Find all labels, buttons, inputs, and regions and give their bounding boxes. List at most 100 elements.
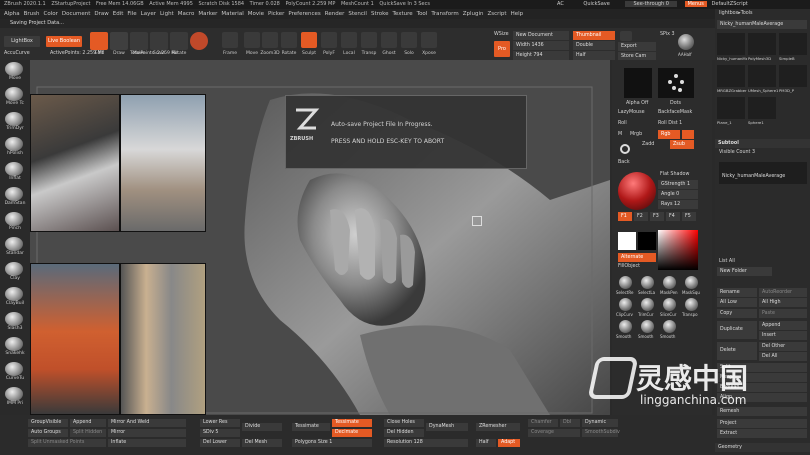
zremesher-button[interactable]: ZRemesher (476, 423, 520, 431)
view-solo-icon[interactable] (401, 32, 417, 48)
tool-thumb-5-icon[interactable] (779, 65, 807, 87)
half-button[interactable]: Half (573, 51, 615, 60)
del-lower-button[interactable]: Del Lower (200, 439, 240, 447)
width-slider[interactable]: Width 1436 (513, 41, 569, 50)
extract-button[interactable]: Extract (717, 429, 807, 438)
default-zscript[interactable]: DefaultZScript (712, 1, 748, 7)
brush-trimdyr-icon[interactable] (5, 112, 23, 126)
light-f4-button[interactable]: F4 (666, 212, 680, 221)
split-unmasked-button[interactable]: Split Unmasked Points (28, 439, 106, 447)
rays-slider[interactable]: Rays 12 (658, 200, 698, 209)
rename-button[interactable]: Rename (717, 288, 757, 297)
light-f5-button[interactable]: F5 (682, 212, 696, 221)
thumbnail-button[interactable]: Thumbnail (573, 31, 615, 40)
view-local-icon[interactable] (341, 32, 357, 48)
menus-button[interactable]: Menus (684, 1, 707, 7)
view-transp-icon[interactable] (361, 32, 377, 48)
menu-texture[interactable]: Texture (393, 9, 413, 19)
half-button-bottom[interactable]: Half (476, 439, 496, 447)
close-holes-button[interactable]: Close Holes (384, 419, 424, 427)
floor-icon[interactable] (620, 31, 632, 41)
new-folder-button[interactable]: New Folder (717, 267, 772, 276)
view-ghost-icon[interactable] (381, 32, 397, 48)
split-hidden-button[interactable]: Split Hidden (70, 429, 106, 437)
current-tool[interactable]: Nicky_humanMaleAverage (717, 20, 807, 29)
seethrough-slider[interactable]: See-through 0 (625, 1, 677, 7)
z-intensity-button[interactable] (682, 130, 694, 139)
brush-move-tc-icon[interactable] (5, 87, 23, 101)
menu-picker[interactable]: Picker (268, 9, 284, 19)
brush-hpolish-icon[interactable] (5, 137, 23, 151)
menu-zplugin[interactable]: Zplugin (463, 9, 484, 19)
lower-res-button[interactable]: Lower Res (200, 419, 240, 427)
lazymouse-button[interactable]: LazyMouse (618, 110, 645, 115)
flat-shadow-label[interactable]: Flat Shadow (660, 172, 689, 177)
tool-thumb-4-icon[interactable] (748, 65, 776, 87)
secondary-color-swatch[interactable] (638, 232, 656, 250)
menu-file[interactable]: File (127, 9, 136, 19)
copy-button[interactable]: Copy (717, 309, 757, 318)
alpha-thumbnail[interactable] (624, 68, 652, 98)
brush-snakehk-icon[interactable] (5, 337, 23, 351)
menu-brush[interactable]: Brush (24, 9, 40, 19)
visible-count[interactable]: Visible Count 3 (719, 150, 755, 155)
brush-thumb-10-icon[interactable] (663, 320, 676, 333)
view-move-icon[interactable] (244, 32, 260, 48)
list-all-button[interactable]: List All (719, 259, 735, 264)
menu-tool[interactable]: Tool (417, 9, 428, 19)
menu-alpha[interactable]: Alpha (4, 9, 20, 19)
brush-thumb-9-icon[interactable] (641, 320, 654, 333)
polygons-size-slider[interactable]: Polygons Size 1 (292, 439, 372, 447)
menu-draw[interactable]: Draw (94, 9, 108, 19)
menu-macro[interactable]: Macro (178, 9, 195, 19)
zsub-button[interactable]: Zsub (670, 140, 694, 149)
fillobject-button[interactable]: FillObject (618, 264, 640, 269)
dynamic-button[interactable]: Dynamic (582, 419, 618, 427)
brush-imm-pri-icon[interactable] (5, 387, 23, 401)
light-f3-button[interactable]: F3 (650, 212, 664, 221)
light-f2-button[interactable]: F2 (634, 212, 648, 221)
color-picker[interactable] (658, 230, 698, 270)
lightbox-button[interactable]: LightBox (4, 36, 40, 47)
brush-thumb-1-icon[interactable] (641, 276, 654, 289)
gstrength-slider[interactable]: GStrength 1 (658, 180, 698, 189)
brush-pinch-icon[interactable] (5, 212, 23, 226)
angle-slider[interactable]: Angle 0 (658, 190, 698, 199)
aahalf-label[interactable]: AAHalf (678, 52, 692, 57)
tool-thumb-0-icon[interactable] (717, 33, 745, 55)
view-polyf-icon[interactable] (321, 32, 337, 48)
tool-thumb-7-icon[interactable] (748, 97, 776, 119)
m-button[interactable]: M (618, 132, 622, 137)
brush-thumb-5-icon[interactable] (641, 298, 654, 311)
material-icon[interactable] (678, 34, 694, 50)
brush-inflat-icon[interactable] (5, 162, 23, 176)
project-button[interactable]: Project (717, 419, 807, 428)
height-slider[interactable]: Height 794 (513, 51, 569, 60)
scale-icon[interactable] (150, 32, 168, 50)
zadd-button[interactable]: Zadd (642, 142, 654, 147)
menu-marker[interactable]: Marker (198, 9, 217, 19)
export-button[interactable]: Export (618, 42, 656, 51)
material-sphere-icon[interactable] (190, 32, 208, 50)
chamfer-button[interactable]: Chamfer (528, 419, 558, 427)
accucurve-label[interactable]: AccuCurve (4, 51, 30, 56)
new-document-button[interactable]: New Document (513, 31, 569, 40)
del-mesh-button[interactable]: Del Mesh (242, 439, 282, 447)
menu-help[interactable]: Help (511, 9, 524, 19)
del-hidden-button[interactable]: Del Hidden (384, 429, 424, 437)
menu-color[interactable]: Color (44, 9, 58, 19)
brush-curvetu-icon[interactable] (5, 362, 23, 376)
backface-mask-button[interactable]: BackfaceMask (658, 110, 692, 115)
dbl-button[interactable]: Dbl (560, 419, 580, 427)
view-zoom3d-icon[interactable] (262, 32, 278, 48)
autoreorder-button[interactable]: AutoReorder (759, 288, 807, 297)
roll-dist-slider[interactable]: Roll Dist 1 (658, 121, 682, 126)
brush-thumb-4-icon[interactable] (619, 298, 632, 311)
brush-thumb-3-icon[interactable] (685, 276, 698, 289)
tool-thumb-6-icon[interactable] (717, 97, 745, 119)
insert-button[interactable]: Insert (759, 331, 807, 340)
material-preview-sphere[interactable] (618, 172, 656, 210)
brush-thumb-8-icon[interactable] (619, 320, 632, 333)
brush-thumb-0-icon[interactable] (619, 276, 632, 289)
tool-thumb-2-icon[interactable] (779, 33, 807, 55)
